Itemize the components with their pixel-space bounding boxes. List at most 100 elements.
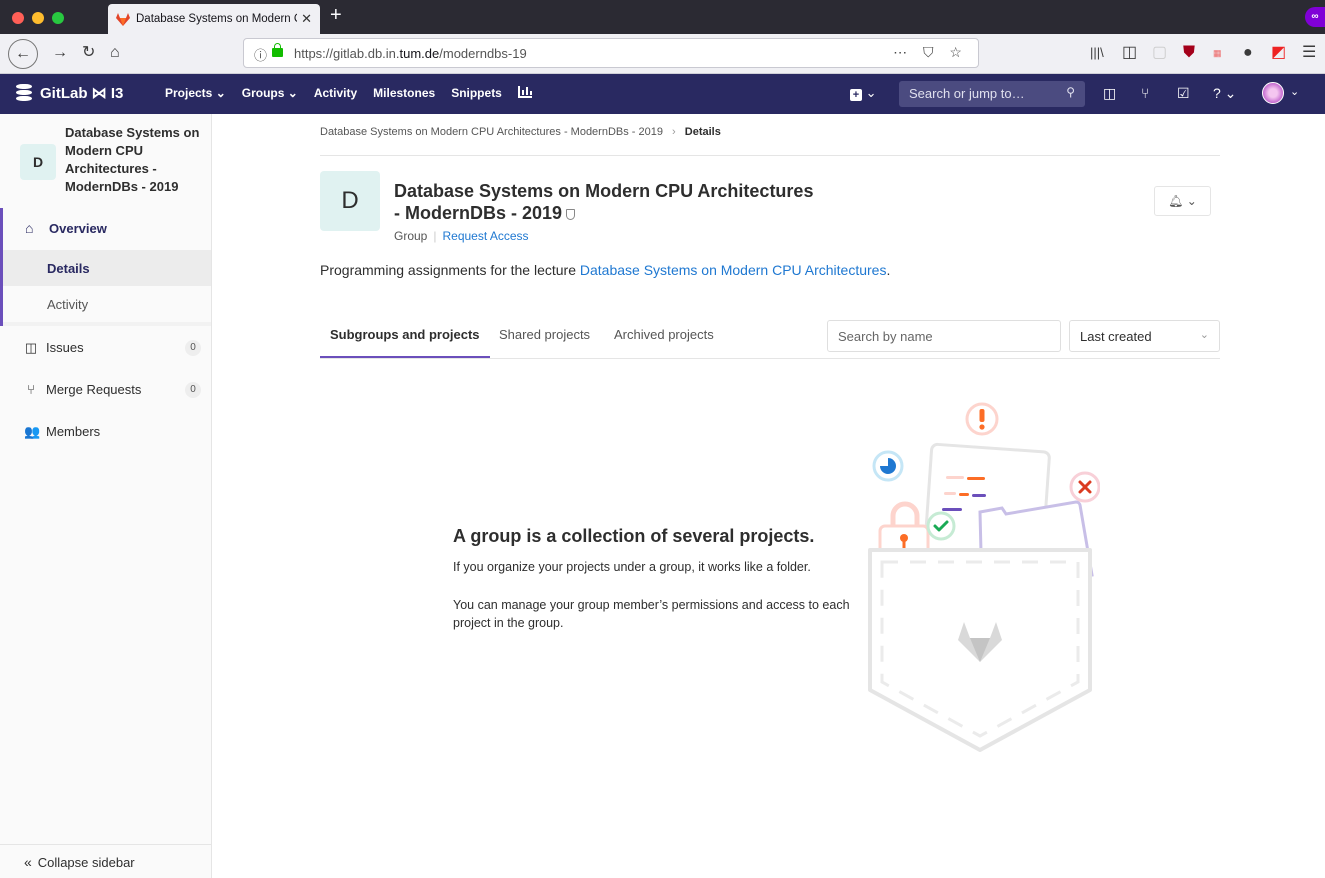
tab-subgroups-and-projects[interactable]: Subgroups and projects (330, 327, 480, 342)
active-tab-indicator (320, 356, 490, 358)
group-title-text: Database Systems on Modern CPU Architect… (394, 181, 814, 223)
sidebar-group-header[interactable]: D Database Systems on Modern CPU Archite… (0, 114, 211, 208)
bell-icon: 🔔︎ (1168, 194, 1184, 208)
empty-state-text: You can manage your group member’s permi… (453, 598, 850, 630)
chevron-down-icon: ⌄ (1186, 194, 1197, 208)
library-icon[interactable]: |||\ (1090, 42, 1104, 64)
chevron-down-icon: ⌄ (1199, 329, 1209, 341)
analytics-chart-icon[interactable] (517, 86, 532, 98)
double-chevron-left-icon: « (24, 854, 32, 870)
browser-tab[interactable]: Database Systems on Modern CPU Architect… (108, 4, 320, 34)
minimize-window-button[interactable] (32, 12, 44, 24)
todos-icon[interactable]: ☑ (1177, 85, 1190, 102)
url-bar[interactable]: ⓘ https://gitlab.db.in.tum.de/moderndbs-… (243, 38, 979, 68)
help-icon[interactable]: ? ⌄ (1213, 85, 1236, 102)
breadcrumb-current[interactable]: Details (685, 126, 721, 138)
extension-placeholder-icon[interactable]: ▢ (1152, 42, 1167, 64)
sidebar: D Database Systems on Modern CPU Archite… (0, 114, 212, 878)
description-suffix: . (886, 262, 891, 278)
issues-icon: ◫ (24, 340, 38, 355)
search-placeholder: Search or jump to… (909, 86, 1025, 101)
group-meta: Group | Request Access (394, 229, 529, 243)
global-search-input[interactable]: Search or jump to… ⚲ (899, 81, 1085, 107)
lecture-link[interactable]: Database Systems on Modern CPU Architect… (580, 262, 887, 278)
sort-selected-value: Last created (1080, 329, 1152, 344)
collapse-sidebar-button[interactable]: « Collapse sidebar (0, 844, 211, 878)
divider (320, 155, 1220, 156)
sidebar-item-issues[interactable]: ◫ Issues 0 (0, 328, 211, 368)
empty-state-text: If you organize your projects under a gr… (453, 560, 811, 574)
tab-archived-projects[interactable]: Archived projects (614, 327, 714, 342)
nav-activity[interactable]: Activity (314, 86, 357, 100)
reload-icon[interactable]: ↻ (82, 42, 95, 64)
sidebar-item-label: Overview (49, 221, 107, 236)
mr-count-badge: 0 (185, 382, 201, 398)
sidebar-overview-section: ⌂ Overview Details Activity (0, 208, 211, 326)
home-icon[interactable]: ⌂ (110, 42, 120, 64)
brand-name: GitLab ⋈ I3 (40, 85, 124, 102)
forward-arrow-icon[interactable]: → (52, 42, 68, 64)
sidebar-item-label: Issues (46, 340, 84, 355)
ublock-icon[interactable]: ⛊ (1183, 42, 1195, 64)
hamburger-menu-icon[interactable]: ☰ (1302, 42, 1316, 64)
empty-state-illustration (868, 402, 1100, 752)
sidebar-item-activity[interactable]: Activity (3, 286, 211, 322)
issues-icon[interactable]: ◫ (1103, 85, 1116, 102)
user-avatar[interactable] (1262, 82, 1284, 104)
sidebar-toggle-icon[interactable]: ◫ (1122, 42, 1137, 64)
sidebar-item-label: Merge Requests (46, 382, 142, 397)
page-actions-icon[interactable]: ⋯ ⛉ ☆ (893, 44, 968, 61)
tab-title: Database Systems on Modern CPU Architect… (136, 13, 297, 25)
group-avatar-large: D (320, 171, 380, 231)
onepassword-icon[interactable]: ● (1243, 42, 1253, 64)
gitlab-logo[interactable]: GitLab ⋈ I3 (16, 84, 123, 102)
url-text: https://gitlab.db.in.tum.de/moderndbs-19 (294, 46, 527, 61)
nav-groups[interactable]: Groups ⌄ (242, 86, 298, 100)
breadcrumb-group-link[interactable]: Database Systems on Modern CPU Architect… (320, 126, 663, 138)
nav-links: Projects ⌄ Groups ⌄ Activity Milestones … (165, 86, 548, 100)
sidebar-item-merge-requests[interactable]: ⑂ Merge Requests 0 (0, 370, 211, 410)
close-tab-icon[interactable]: ✕ (301, 11, 312, 27)
database-icon (16, 84, 32, 102)
nav-snippets[interactable]: Snippets (451, 86, 502, 100)
close-window-button[interactable] (12, 12, 24, 24)
issues-count-badge: 0 (185, 340, 201, 356)
merge-request-icon: ⑂ (27, 382, 35, 397)
gitlab-navbar: GitLab ⋈ I3 Projects ⌄ Groups ⌄ Activity… (0, 74, 1325, 114)
sort-dropdown[interactable]: Last created ⌄ (1069, 320, 1220, 352)
notification-dropdown-button[interactable]: 🔔︎ ⌄ (1154, 186, 1211, 216)
cookie-extension-icon[interactable]: ▦ (1213, 42, 1222, 64)
group-description: Programming assignments for the lecture … (320, 262, 890, 278)
nav-milestones[interactable]: Milestones (373, 86, 435, 100)
request-access-link[interactable]: Request Access (442, 229, 528, 243)
new-tab-button[interactable]: + (330, 4, 342, 27)
zoom-window-button[interactable] (52, 12, 64, 24)
merge-requests-icon[interactable]: ⑂ (1141, 85, 1149, 101)
browser-toolbar: ← → ↻ ⌂ ⓘ https://gitlab.db.in.tum.de/mo… (0, 34, 1325, 74)
nav-projects[interactable]: Projects ⌄ (165, 86, 226, 100)
tab-shared-projects[interactable]: Shared projects (499, 327, 590, 342)
group-avatar: D (20, 144, 56, 180)
page-title: Database Systems on Modern CPU Architect… (394, 180, 814, 224)
empty-state-title: A group is a collection of several proje… (453, 526, 815, 546)
group-type-label: Group (394, 229, 428, 243)
back-arrow-icon[interactable]: ← (8, 39, 38, 69)
sidebar-item-label: Members (46, 424, 101, 439)
site-info-icon[interactable]: ⓘ (254, 45, 267, 64)
sidebar-item-details[interactable]: Details (3, 250, 211, 286)
sidebar-item-members[interactable]: 👥 Members (0, 412, 211, 452)
collapse-label: Collapse sidebar (37, 855, 135, 870)
gitlab-favicon-icon (116, 12, 130, 26)
zotero-icon[interactable]: ◩ (1271, 42, 1286, 64)
breadcrumb-separator: › (672, 126, 676, 138)
home-icon: ⌂ (25, 220, 34, 236)
browser-tabbar: Database Systems on Modern CPU Architect… (0, 0, 1325, 34)
search-by-name-input[interactable]: Search by name (827, 320, 1061, 352)
chevron-down-icon[interactable]: ⌄ (1290, 85, 1299, 98)
shield-icon (566, 209, 576, 220)
description-text: Programming assignments for the lecture (320, 262, 580, 278)
users-icon: 👥 (24, 424, 41, 439)
sidebar-item-overview[interactable]: ⌂ Overview (3, 208, 211, 250)
new-dropdown-button[interactable]: + ⌄ (850, 85, 877, 101)
search-icon: ⚲ (1066, 85, 1075, 99)
